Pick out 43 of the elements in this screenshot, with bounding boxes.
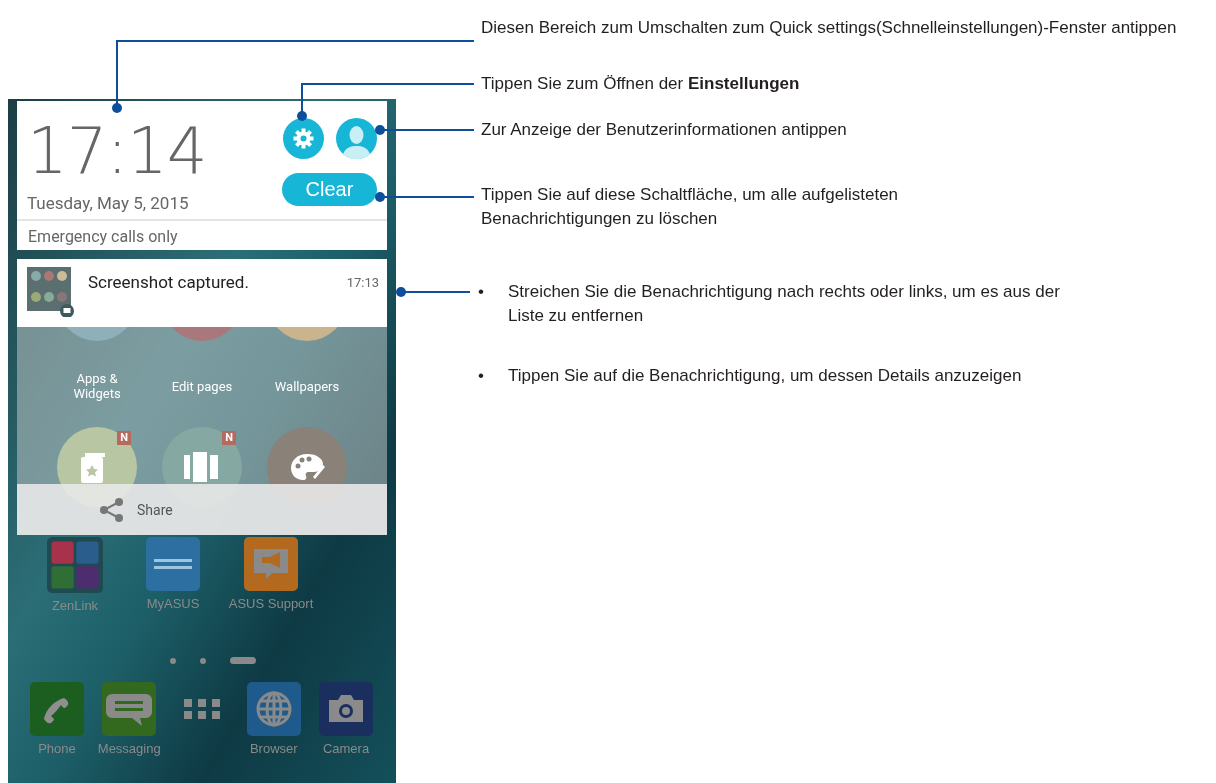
app-label: MyASUS	[146, 596, 200, 611]
new-badge: N	[117, 431, 131, 445]
app-label: Browser	[249, 741, 298, 756]
callout-text: Streichen Sie die Benachrichtigung nach rechts oder links, um es aus der Liste zu entfernen	[506, 281, 1061, 327]
bullet: •	[478, 281, 484, 303]
clock-time: 17:14	[27, 119, 207, 183]
callout-text: Tippen Sie auf die Benachrichtigung, um dessen Details anzuzeigen	[506, 365, 1022, 387]
share-icon	[99, 496, 125, 523]
menu-label: Apps & Widgets	[73, 371, 121, 401]
callout-text: Diesen Bereich zum Umschalten zum Quick settings(Schnelleinstellungen)-Fenster antippen	[481, 17, 1177, 39]
avatar-icon[interactable]	[336, 118, 377, 159]
camera-icon[interactable]	[319, 682, 373, 736]
notification-title: Screenshot captured.	[88, 272, 250, 294]
callout-text: Tippen Sie auf diese Schaltfläche, um alle aufgelisteten Benachrichtigungen zu löschen	[481, 184, 900, 230]
notification-card[interactable]: Screenshot captured. 17:13	[17, 259, 387, 327]
menu-label: Wallpapers	[274, 377, 340, 396]
settings-icon[interactable]	[283, 118, 324, 159]
app-label: Camera	[322, 741, 370, 756]
bullet: •	[478, 365, 484, 387]
status-text: Emergency calls only	[17, 219, 387, 250]
app-label: ASUS Support	[228, 596, 314, 611]
palette-icon	[289, 451, 325, 483]
chat-bubble-icon[interactable]	[102, 682, 157, 736]
logo-icon[interactable]	[146, 537, 200, 591]
panels-icon	[184, 451, 220, 483]
app-label: ZenLink	[51, 598, 99, 613]
app-label: Messaging	[97, 741, 161, 756]
notification-time: 17:13	[346, 275, 379, 292]
folder-icon[interactable]	[47, 537, 103, 593]
page-indicator[interactable]	[170, 657, 176, 664]
callout-text: Tippen Sie zum Öffnen der Einstellungen	[481, 73, 800, 95]
callout-text: Zur Anzeige der Benutzerinformationen antippen	[481, 119, 847, 141]
page-indicator[interactable]	[200, 657, 206, 664]
screenshot-thumbnail-icon	[27, 267, 74, 317]
page-indicator[interactable]	[230, 657, 256, 664]
app-label: Phone	[38, 741, 76, 756]
share-menu[interactable]: Share	[17, 484, 387, 535]
clock-card[interactable]: 17:14 Tuesday, May 5, 2015 Clear	[17, 101, 387, 219]
phone-icon[interactable]	[30, 682, 84, 736]
globe-icon[interactable]	[246, 682, 301, 736]
menu-label: Edit pages	[171, 377, 233, 396]
date-text: Tuesday, May 5, 2015	[27, 193, 190, 213]
new-badge: N	[222, 431, 236, 445]
